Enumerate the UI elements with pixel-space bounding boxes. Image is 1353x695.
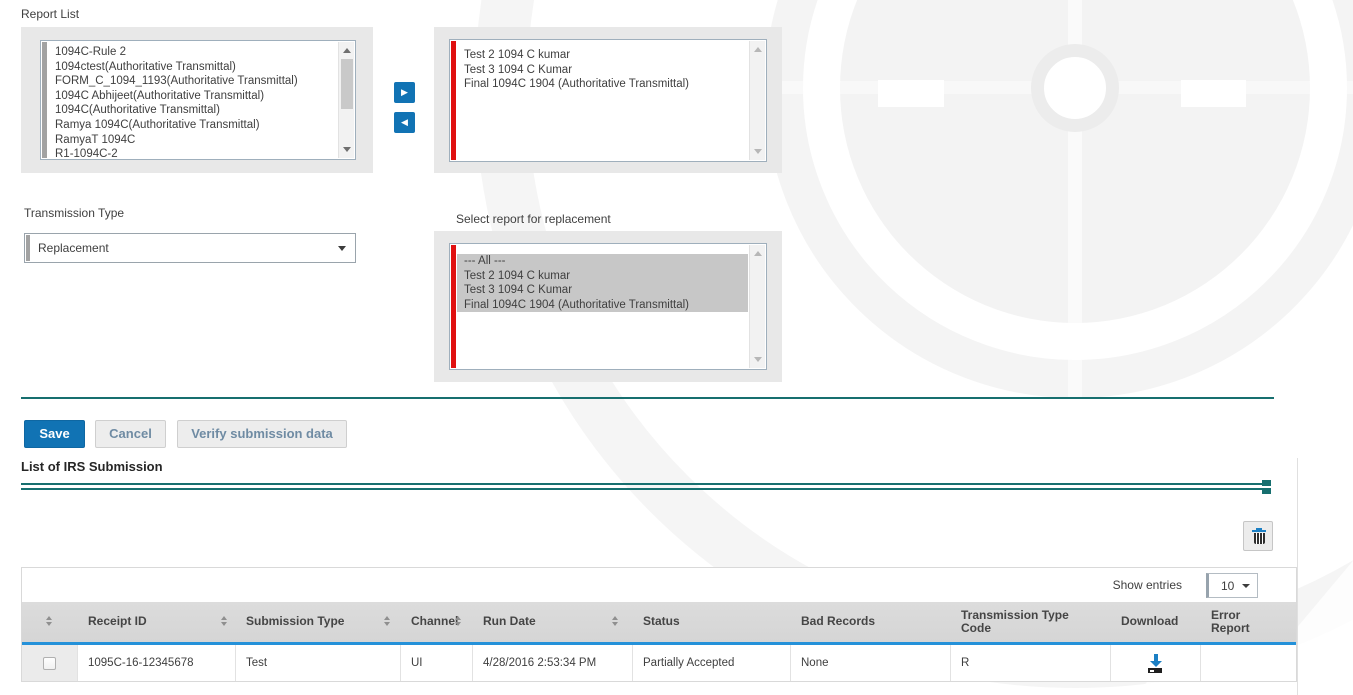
select-accent-bar xyxy=(26,235,30,261)
move-left-button[interactable]: ◀ xyxy=(394,112,415,133)
list-item-selected[interactable]: Final 1094C 1904 (Authoritative Transmit… xyxy=(457,298,748,313)
cell-status: Partially Accepted xyxy=(633,645,791,681)
transmission-type-value: Replacement xyxy=(38,234,109,262)
cancel-button[interactable]: Cancel xyxy=(95,420,166,448)
list-item[interactable]: Test 3 1094 C Kumar xyxy=(457,63,748,78)
cell-channel: UI xyxy=(401,645,473,681)
header-select-column[interactable] xyxy=(22,602,78,642)
scrollbar[interactable] xyxy=(749,41,765,160)
header-run-date[interactable]: Run Date xyxy=(473,602,633,642)
header-status[interactable]: Status xyxy=(633,602,791,642)
list-item[interactable]: Ramya 1094C(Authoritative Transmittal) xyxy=(48,118,337,133)
page: Report List 1094C-Rule 21094ctest(Author… xyxy=(0,0,1353,695)
save-button[interactable]: Save xyxy=(24,420,85,448)
table-toolbar: Show entries 10 xyxy=(22,568,1296,602)
scroll-down-icon[interactable] xyxy=(754,357,762,362)
list-item[interactable]: FORM_C_1094_1193(Authoritative Transmitt… xyxy=(48,74,337,89)
page-size-select[interactable]: 10 xyxy=(1206,573,1258,598)
row-select-cell xyxy=(22,645,78,681)
divider-handle xyxy=(1262,488,1271,494)
list-item[interactable]: 1094C(Authoritative Transmittal) xyxy=(48,103,337,118)
heading-divider-bottom xyxy=(21,488,1264,490)
scroll-up-icon[interactable] xyxy=(754,251,762,256)
irs-submission-heading: List of IRS Submission xyxy=(21,459,163,474)
header-error-report[interactable]: Error Report xyxy=(1201,602,1298,642)
delete-submissions-button[interactable] xyxy=(1243,521,1273,551)
scrollbar[interactable] xyxy=(749,245,765,368)
list-item[interactable]: 1094C Abhijeet(Authoritative Transmittal… xyxy=(48,89,337,104)
header-submission-type[interactable]: Submission Type xyxy=(236,602,401,642)
listbox-accent-bar xyxy=(42,42,47,158)
cell-download xyxy=(1111,645,1201,681)
cell-transmission-type-code: R xyxy=(951,645,1111,681)
selected-reports-listbox[interactable]: Test 2 1094 C kumarTest 3 1094 C KumarFi… xyxy=(449,39,767,162)
sort-icon[interactable] xyxy=(455,616,461,626)
replacement-panel: --- All ---Test 2 1094 C kumarTest 3 109… xyxy=(434,231,782,382)
sort-icon[interactable] xyxy=(384,616,390,626)
sort-icon[interactable] xyxy=(46,616,52,626)
cell-receipt-id: 1095C-16-12345678 xyxy=(78,645,236,681)
sort-icon[interactable] xyxy=(612,616,618,626)
section-divider xyxy=(21,397,1274,399)
page-size-value: 10 xyxy=(1221,574,1234,597)
scroll-down-icon[interactable] xyxy=(754,149,762,154)
chevron-down-icon xyxy=(338,246,346,251)
move-right-button[interactable]: ▶ xyxy=(394,82,415,103)
header-bad-records[interactable]: Bad Records xyxy=(791,602,951,642)
table-row: 1095C-16-12345678 Test UI 4/28/2016 2:53… xyxy=(22,645,1296,681)
replacement-listbox[interactable]: --- All ---Test 2 1094 C kumarTest 3 109… xyxy=(449,243,767,370)
row-checkbox[interactable] xyxy=(43,657,56,670)
cell-submission-type: Test xyxy=(236,645,401,681)
list-item[interactable]: Final 1094C 1904 (Authoritative Transmit… xyxy=(457,77,748,92)
list-item[interactable]: Test 2 1094 C kumar xyxy=(457,48,748,63)
header-transmission-type-code[interactable]: Transmission Type Code xyxy=(951,602,1111,642)
transmission-type-label: Transmission Type xyxy=(24,206,124,220)
cell-run-date: 4/28/2016 2:53:34 PM xyxy=(473,645,633,681)
list-item-selected[interactable]: Test 3 1094 C Kumar xyxy=(457,283,748,298)
listbox-accent-bar-red xyxy=(451,245,456,368)
report-list-label: Report List xyxy=(21,7,79,21)
list-item-selected[interactable]: Test 2 1094 C kumar xyxy=(457,269,748,284)
header-channel[interactable]: Channel xyxy=(401,602,473,642)
sort-icon[interactable] xyxy=(221,616,227,626)
list-item[interactable]: RamyaT 1094C xyxy=(48,133,337,148)
scroll-up-icon[interactable] xyxy=(754,47,762,52)
table-header: Receipt ID Submission Type Channel Run D… xyxy=(22,602,1296,642)
heading-divider-top xyxy=(21,483,1264,485)
report-list-items: 1094C-Rule 21094ctest(Authoritative Tran… xyxy=(48,45,337,157)
listbox-accent-bar-red xyxy=(451,41,456,160)
trash-icon xyxy=(1254,533,1265,544)
scrollbar-thumb[interactable] xyxy=(341,59,353,109)
download-icon[interactable] xyxy=(1146,653,1166,673)
selected-reports-items: Test 2 1094 C kumarTest 3 1094 C KumarFi… xyxy=(457,48,748,159)
divider-handle xyxy=(1262,480,1271,486)
selected-reports-panel: Test 2 1094 C kumarTest 3 1094 C KumarFi… xyxy=(434,27,782,173)
show-entries-label: Show entries xyxy=(1113,578,1182,592)
verify-submission-data-button[interactable]: Verify submission data xyxy=(177,420,347,448)
scroll-down-icon[interactable] xyxy=(343,147,351,152)
chevron-down-icon xyxy=(1242,584,1250,588)
replacement-items: --- All ---Test 2 1094 C kumarTest 3 109… xyxy=(457,254,748,367)
list-item[interactable]: 1094C-Rule 2 xyxy=(48,45,337,60)
cell-error-report xyxy=(1201,645,1298,681)
transmission-type-select[interactable]: Replacement xyxy=(24,233,356,263)
report-list-panel: 1094C-Rule 21094ctest(Authoritative Tran… xyxy=(21,27,373,173)
list-item[interactable]: R1-1094C-2 xyxy=(48,147,337,157)
list-item-selected[interactable]: --- All --- xyxy=(457,254,748,269)
scroll-up-icon[interactable] xyxy=(343,48,351,53)
trash-icon xyxy=(1252,530,1266,532)
submissions-table: Show entries 10 Receipt ID Submission Ty… xyxy=(21,567,1297,682)
header-receipt-id[interactable]: Receipt ID xyxy=(78,602,236,642)
list-item[interactable]: 1094ctest(Authoritative Transmittal) xyxy=(48,60,337,75)
replacement-list-label: Select report for replacement xyxy=(456,212,611,226)
scrollbar[interactable] xyxy=(338,42,354,158)
cell-bad-records: None xyxy=(791,645,951,681)
report-listbox[interactable]: 1094C-Rule 21094ctest(Authoritative Tran… xyxy=(40,40,356,160)
header-download[interactable]: Download xyxy=(1111,602,1201,642)
